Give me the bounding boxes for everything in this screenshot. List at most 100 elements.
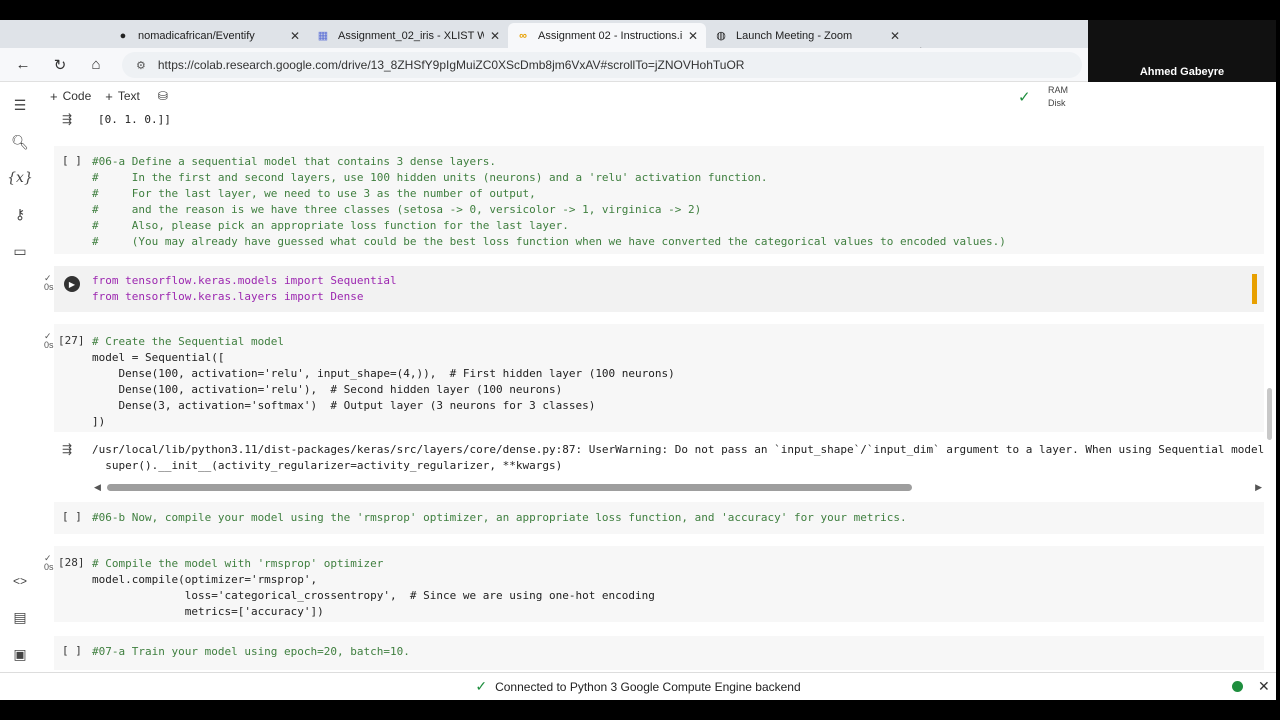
tab-zoom[interactable]: ◍ Launch Meeting - Zoom ✕ xyxy=(706,23,908,48)
code-cell-06b[interactable]: [ ] #06-b Now, compile your model using … xyxy=(54,502,1264,534)
cell-status: ✓ 0s xyxy=(44,553,54,572)
scroll-left-icon[interactable]: ◀ xyxy=(94,482,101,493)
variables-icon[interactable]: {x} xyxy=(7,169,33,187)
cell-code[interactable]: #07-a Train your model using epoch=20, b… xyxy=(92,644,410,660)
bottom-black-bar xyxy=(0,700,1280,720)
site-info-icon[interactable]: ⚙ xyxy=(136,59,146,72)
add-code-label: Code xyxy=(62,89,92,103)
output-toggle-icon[interactable]: ⇶ xyxy=(62,112,72,126)
code-line: Dense(100, activation='relu'), # Second … xyxy=(92,383,563,396)
add-text-label: Text xyxy=(117,89,140,103)
files-folder-icon[interactable]: ▭ xyxy=(11,242,29,260)
status-bar: ✓ Connected to Python 3 Google Compute E… xyxy=(0,672,1276,700)
cell-status: ✓ 0s xyxy=(44,273,54,292)
code-line: # and the reason is we have three classe… xyxy=(92,203,702,216)
code-line: model = Sequential([ xyxy=(92,351,225,364)
cell-code[interactable]: # Create the Sequential model model = Se… xyxy=(92,334,675,430)
cell-code[interactable]: #06-a Define a sequential model that con… xyxy=(92,154,1006,250)
drive-icon[interactable]: ⛁ xyxy=(158,89,168,103)
code-cell-06a[interactable]: [ ] #06-a Define a sequential model that… xyxy=(54,146,1264,254)
code-line: # Create the Sequential model xyxy=(92,335,285,348)
code-cell-27[interactable]: [27] # Create the Sequential model model… xyxy=(54,324,1264,432)
find-icon[interactable]: 🔍︎ xyxy=(11,133,29,151)
toc-icon[interactable]: ☰ xyxy=(11,96,29,114)
code-line: #07-a Train your model using epoch=20, b… xyxy=(92,645,410,658)
exec-time: 0s xyxy=(44,562,54,572)
run-cell-button[interactable]: ▶ xyxy=(64,276,80,292)
code-line: # Also, please pick an appropriate loss … xyxy=(92,219,569,232)
code-line: # For the last layer, we need to use 3 a… xyxy=(92,187,536,200)
code-cell-28[interactable]: [28] # Compile the model with 'rmsprop' … xyxy=(54,546,1264,622)
code-line: Dense(100, activation='relu', input_shap… xyxy=(92,367,675,380)
terminal-icon[interactable]: ▣ xyxy=(11,645,29,663)
code-snippets-icon[interactable]: <> xyxy=(11,572,29,590)
participant-name: Ahmed Gabeyre xyxy=(1139,66,1225,78)
code-line: # Compile the model with 'rmsprop' optim… xyxy=(92,557,384,570)
code-line: model.compile(optimizer='rmsprop', xyxy=(92,573,318,586)
code-cell-imports[interactable]: ▶ from tensorflow.keras.models import Se… xyxy=(54,266,1264,312)
disk-label: Disk xyxy=(1048,98,1066,108)
back-icon[interactable]: ← xyxy=(14,56,32,73)
close-icon[interactable]: ✕ xyxy=(688,29,698,43)
output-toggle-icon[interactable]: ⇶ xyxy=(62,442,72,456)
notebook-scrollbar-thumb[interactable] xyxy=(1267,388,1272,440)
code-line: #06-b Now, compile your model using the … xyxy=(92,511,907,524)
doc-icon: ▦ xyxy=(317,30,329,42)
reload-icon[interactable]: ↻ xyxy=(51,56,69,74)
close-icon[interactable]: ✕ xyxy=(290,29,300,43)
tab-assignment-iris[interactable]: ▦ Assignment_02_iris - XLIST Winte ✕ xyxy=(308,23,508,48)
secrets-key-icon[interactable]: ⚷ xyxy=(11,205,29,223)
plus-icon: + xyxy=(50,88,58,104)
resources-indicator[interactable]: ✓ RAM Disk xyxy=(1018,82,1088,110)
ram-label: RAM xyxy=(1048,85,1068,95)
screen: ● ⧉ ▣ ● nomadicafrican/Eventify ✕ ▦ Assi… xyxy=(0,0,1280,720)
code-line: ]) xyxy=(92,415,106,428)
command-palette-icon[interactable]: ▤ xyxy=(11,608,29,626)
code-line: loss='categorical_crossentropy', # Since… xyxy=(92,589,655,602)
code-cell-07a[interactable]: [ ] #07-a Train your model using epoch=2… xyxy=(54,636,1264,670)
cell-exec-count: [ ] xyxy=(62,510,82,523)
code-line: # In the first and second layers, use 10… xyxy=(92,171,768,184)
close-icon[interactable]: ✕ xyxy=(1258,678,1270,695)
code-line: #06-a Define a sequential model that con… xyxy=(92,155,496,168)
add-text-button[interactable]: + Text xyxy=(105,89,140,104)
cell-output: /usr/local/lib/python3.11/dist-packages/… xyxy=(92,442,1264,474)
tab-assignment-instructions[interactable]: ∞ Assignment 02 - Instructions.ipyn ✕ xyxy=(508,23,706,48)
close-icon[interactable]: ✕ xyxy=(490,29,500,43)
scrollbar-thumb[interactable] xyxy=(107,484,912,491)
notebook-body: ⇶ [0. 1. 0.]] [ ] #06-a Define a sequent… xyxy=(40,110,1276,672)
url-text: https://colab.research.google.com/drive/… xyxy=(157,58,745,72)
cell-code[interactable]: #06-b Now, compile your model using the … xyxy=(92,510,907,526)
code-line: Dense(3, activation='softmax') # Output … xyxy=(92,399,596,412)
colab-app: ☰ 🔍︎ {x} ⚷ ▭ <> ▤ ▣ + Code + Text ⛁ ✓ RAM … xyxy=(0,82,1276,672)
previous-output: [0. 1. 0.]] xyxy=(98,113,171,126)
scroll-right-icon[interactable]: ▶ xyxy=(1255,482,1262,493)
tab-label: Launch Meeting - Zoom xyxy=(736,29,853,42)
cell-exec-count: [ ] xyxy=(62,644,82,657)
right-edge xyxy=(1276,20,1280,700)
code-line: metrics=['accuracy']) xyxy=(92,605,324,618)
cell-modified-marker xyxy=(1252,274,1257,304)
cell-exec-count: [27] xyxy=(58,334,85,347)
colab-icon: ∞ xyxy=(519,29,527,42)
status-dot-icon xyxy=(1232,681,1243,692)
output-line: /usr/local/lib/python3.11/dist-packages/… xyxy=(92,443,1264,456)
status-text: Connected to Python 3 Google Compute Eng… xyxy=(495,679,801,694)
cell-exec-count: [28] xyxy=(58,556,85,569)
code-line: # (You may already have guessed what cou… xyxy=(92,235,1006,248)
notebook-toolbar: + Code + Text ⛁ xyxy=(40,82,1088,110)
plus-icon: + xyxy=(105,88,113,104)
close-icon[interactable]: ✕ xyxy=(890,29,900,43)
connected-check-icon: ✓ xyxy=(1018,89,1031,106)
code-line: from tensorflow.keras.models import Sequ… xyxy=(92,274,397,287)
exec-time: 0s xyxy=(44,282,54,292)
tab-label: nomadicafrican/Eventify xyxy=(138,29,255,42)
tab-eventify[interactable]: ● nomadicafrican/Eventify ✕ xyxy=(108,23,308,48)
address-bar-row: ← ↻ ⌂ ⚙ https://colab.research.google.co… xyxy=(0,48,1088,82)
add-code-button[interactable]: + Code xyxy=(50,89,91,104)
url-field[interactable]: ⚙ https://colab.research.google.com/driv… xyxy=(122,52,1082,78)
cell-code[interactable]: from tensorflow.keras.models import Sequ… xyxy=(92,273,397,305)
home-icon[interactable]: ⌂ xyxy=(87,56,105,73)
output-scrollbar[interactable]: ◀ ▶ xyxy=(92,482,1264,492)
cell-code[interactable]: # Compile the model with 'rmsprop' optim… xyxy=(92,556,655,620)
